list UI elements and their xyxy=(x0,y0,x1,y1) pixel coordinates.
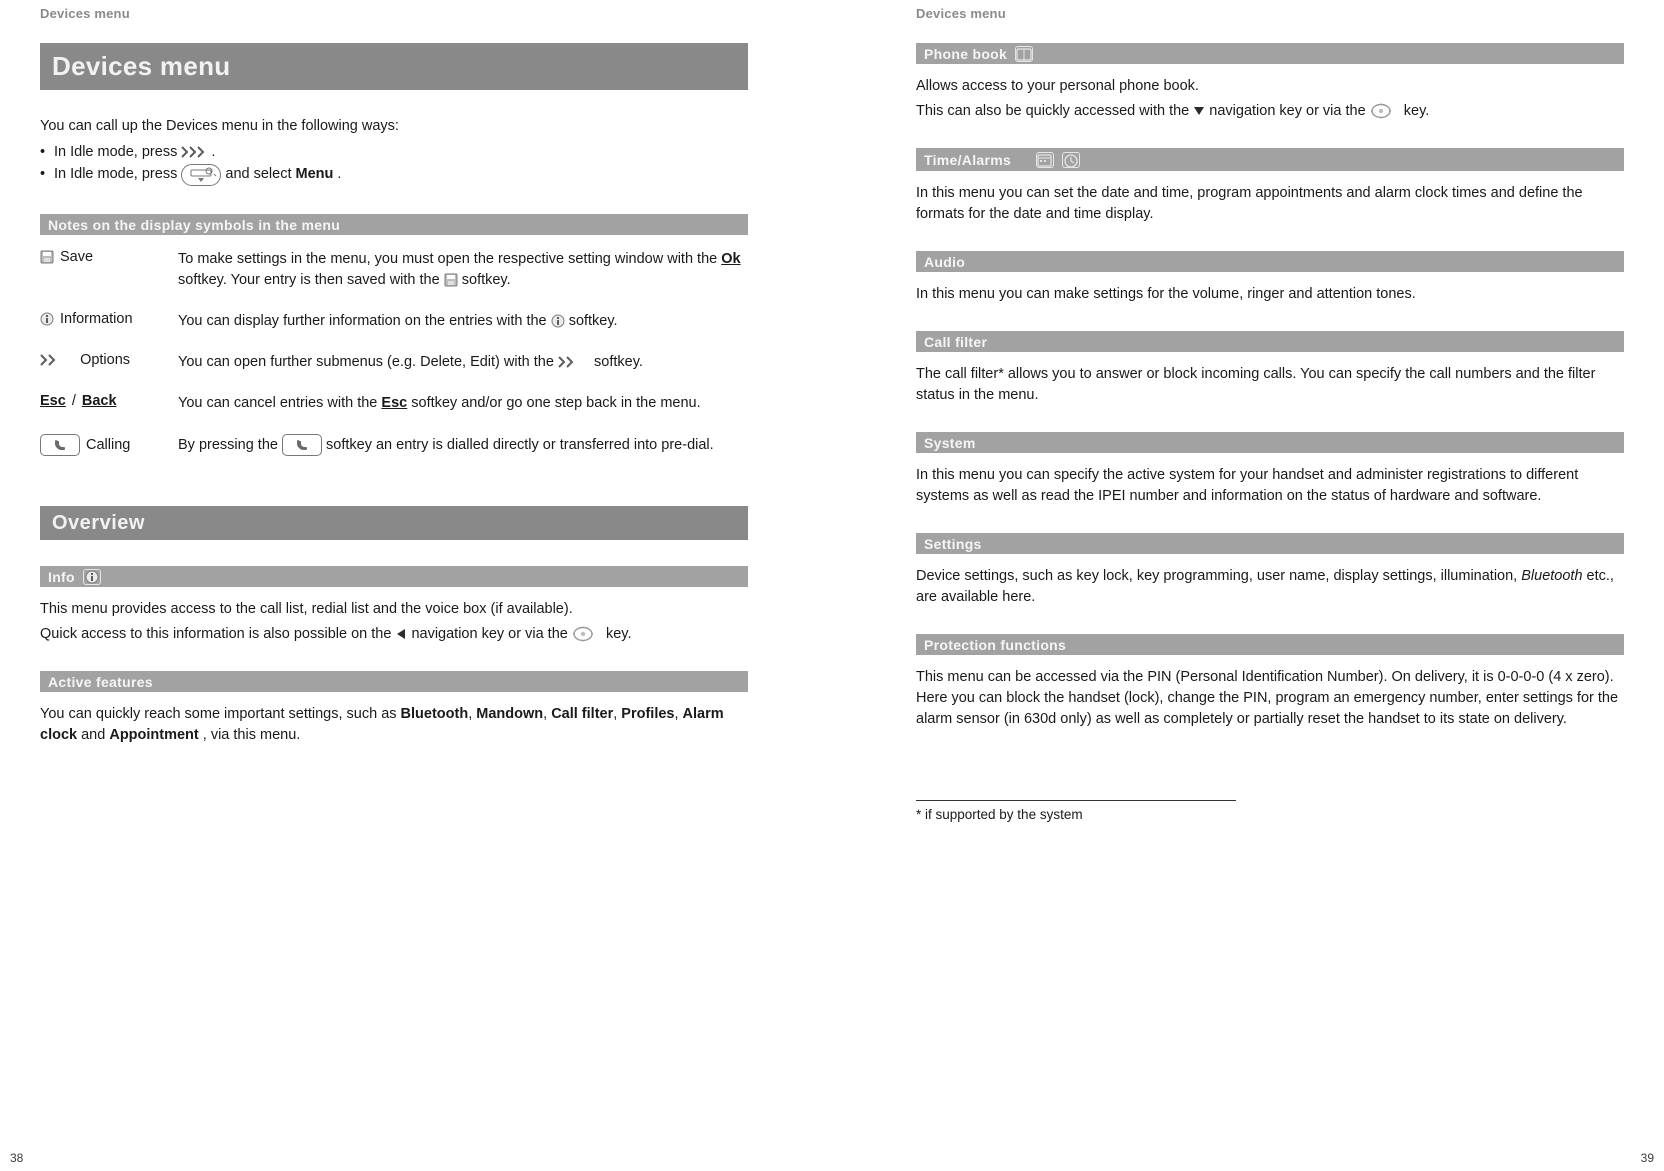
time-alarms-text: In this menu you can set the date and ti… xyxy=(916,183,1624,225)
options-chevron-icon-inline xyxy=(558,355,578,369)
info-line2: Quick access to this information is also… xyxy=(40,624,748,645)
row-save: Save To make settings in the menu, you m… xyxy=(40,249,748,291)
row-save-label: Save xyxy=(60,249,93,265)
call-softkey-icon-inline xyxy=(282,434,322,456)
phone-book-bar: Phone book xyxy=(916,43,1624,64)
running-head-right: Devices menu xyxy=(916,6,1624,21)
intro-text: You can call up the Devices menu in the … xyxy=(40,116,748,137)
row-esc-back: Esc / Back You can cancel entries with t… xyxy=(40,393,748,414)
info-icon xyxy=(40,312,54,326)
call-softkey-icon xyxy=(40,434,80,456)
row-options: Options You can open further submenus (e… xyxy=(40,352,748,373)
row-calling-text: By pressing the softkey an entry is dial… xyxy=(178,434,748,456)
row-info-text: You can display further information on t… xyxy=(178,311,748,332)
time-alarms-bar: Time/Alarms xyxy=(916,148,1624,171)
menu-key-icon xyxy=(181,164,221,186)
phone-book-icon xyxy=(1015,46,1033,62)
system-title: System xyxy=(924,435,976,451)
info-section-bar: Info xyxy=(40,566,748,587)
call-filter-bar: Call filter xyxy=(916,331,1624,352)
bullet-2: In Idle mode, press and select Menu . xyxy=(40,163,748,185)
phone-book-line2: This can also be quickly accessed with t… xyxy=(916,101,1624,122)
save-disk-icon xyxy=(40,250,54,264)
nav-key-icon xyxy=(572,626,594,642)
audio-bar: Audio xyxy=(916,251,1624,272)
protection-bar: Protection functions xyxy=(916,634,1624,655)
page-number-left: 38 xyxy=(10,1151,23,1165)
settings-title: Settings xyxy=(924,536,982,552)
footnote-rule xyxy=(916,800,1236,801)
audio-title: Audio xyxy=(924,254,965,270)
audio-text: In this menu you can make settings for t… xyxy=(916,284,1624,305)
nav-key-icon-right xyxy=(1370,103,1392,119)
overview-header-bar: Overview xyxy=(40,506,748,540)
notes-header: Notes on the display symbols in the menu xyxy=(48,217,340,233)
row-options-text: You can open further submenus (e.g. Dele… xyxy=(178,352,748,373)
system-bar: System xyxy=(916,432,1624,453)
active-features-title: Active features xyxy=(48,674,153,690)
system-text: In this menu you can specify the active … xyxy=(916,465,1624,507)
intro-bullets: In Idle mode, press . In Idle mode, pres… xyxy=(40,141,748,186)
info-section-title: Info xyxy=(48,569,75,585)
page-38: Devices menu Devices menu You can call u… xyxy=(0,0,832,1171)
row-esc-text: You can cancel entries with the Esc soft… xyxy=(178,393,748,414)
row-calling: Calling By pressing the softkey an entry… xyxy=(40,434,748,456)
active-features-text: You can quickly reach some important set… xyxy=(40,704,748,746)
settings-bar: Settings xyxy=(916,533,1624,554)
bullet-1: In Idle mode, press . xyxy=(40,141,748,163)
row-info-label: Information xyxy=(60,311,133,327)
page-number-right: 39 xyxy=(1641,1151,1654,1165)
overview-header: Overview xyxy=(52,512,145,534)
settings-text: Device settings, such as key lock, key p… xyxy=(916,566,1624,608)
call-filter-text: The call filter* allows you to answer or… xyxy=(916,364,1624,406)
protection-title: Protection functions xyxy=(924,637,1066,653)
row-options-label: Options xyxy=(80,352,130,368)
protection-text: This menu can be accessed via the PIN (P… xyxy=(916,667,1624,730)
phone-book-line1: Allows access to your personal phone boo… xyxy=(916,76,1624,97)
info-line1: This menu provides access to the call li… xyxy=(40,599,748,620)
row-information: Information You can display further info… xyxy=(40,311,748,332)
active-features-bar: Active features xyxy=(40,671,748,692)
running-head-left: Devices menu xyxy=(40,6,748,21)
page-39: Devices menu Phone book Allows access to… xyxy=(832,0,1664,1171)
save-disk-icon-inline xyxy=(444,273,458,287)
triangle-left-icon xyxy=(395,628,407,640)
info-icon-inline xyxy=(551,314,565,328)
row-save-text: To make settings in the menu, you must o… xyxy=(178,249,748,291)
call-filter-title: Call filter xyxy=(924,334,987,350)
page-title-bar: Devices menu xyxy=(40,43,748,90)
phone-book-title: Phone book xyxy=(924,46,1007,62)
time-alarms-title: Time/Alarms xyxy=(924,152,1011,168)
triangle-down-icon xyxy=(1193,105,1205,117)
clock-icon xyxy=(1062,152,1080,168)
triple-chevron-icon xyxy=(181,145,207,159)
notes-header-bar: Notes on the display symbols in the menu xyxy=(40,214,748,235)
footnote: * if supported by the system xyxy=(916,807,1624,822)
row-calling-label: Calling xyxy=(86,437,130,453)
info-bar-icon xyxy=(83,569,101,585)
page-title: Devices menu xyxy=(52,51,230,81)
calendar-icon xyxy=(1036,152,1054,168)
options-chevron-icon xyxy=(40,353,60,367)
